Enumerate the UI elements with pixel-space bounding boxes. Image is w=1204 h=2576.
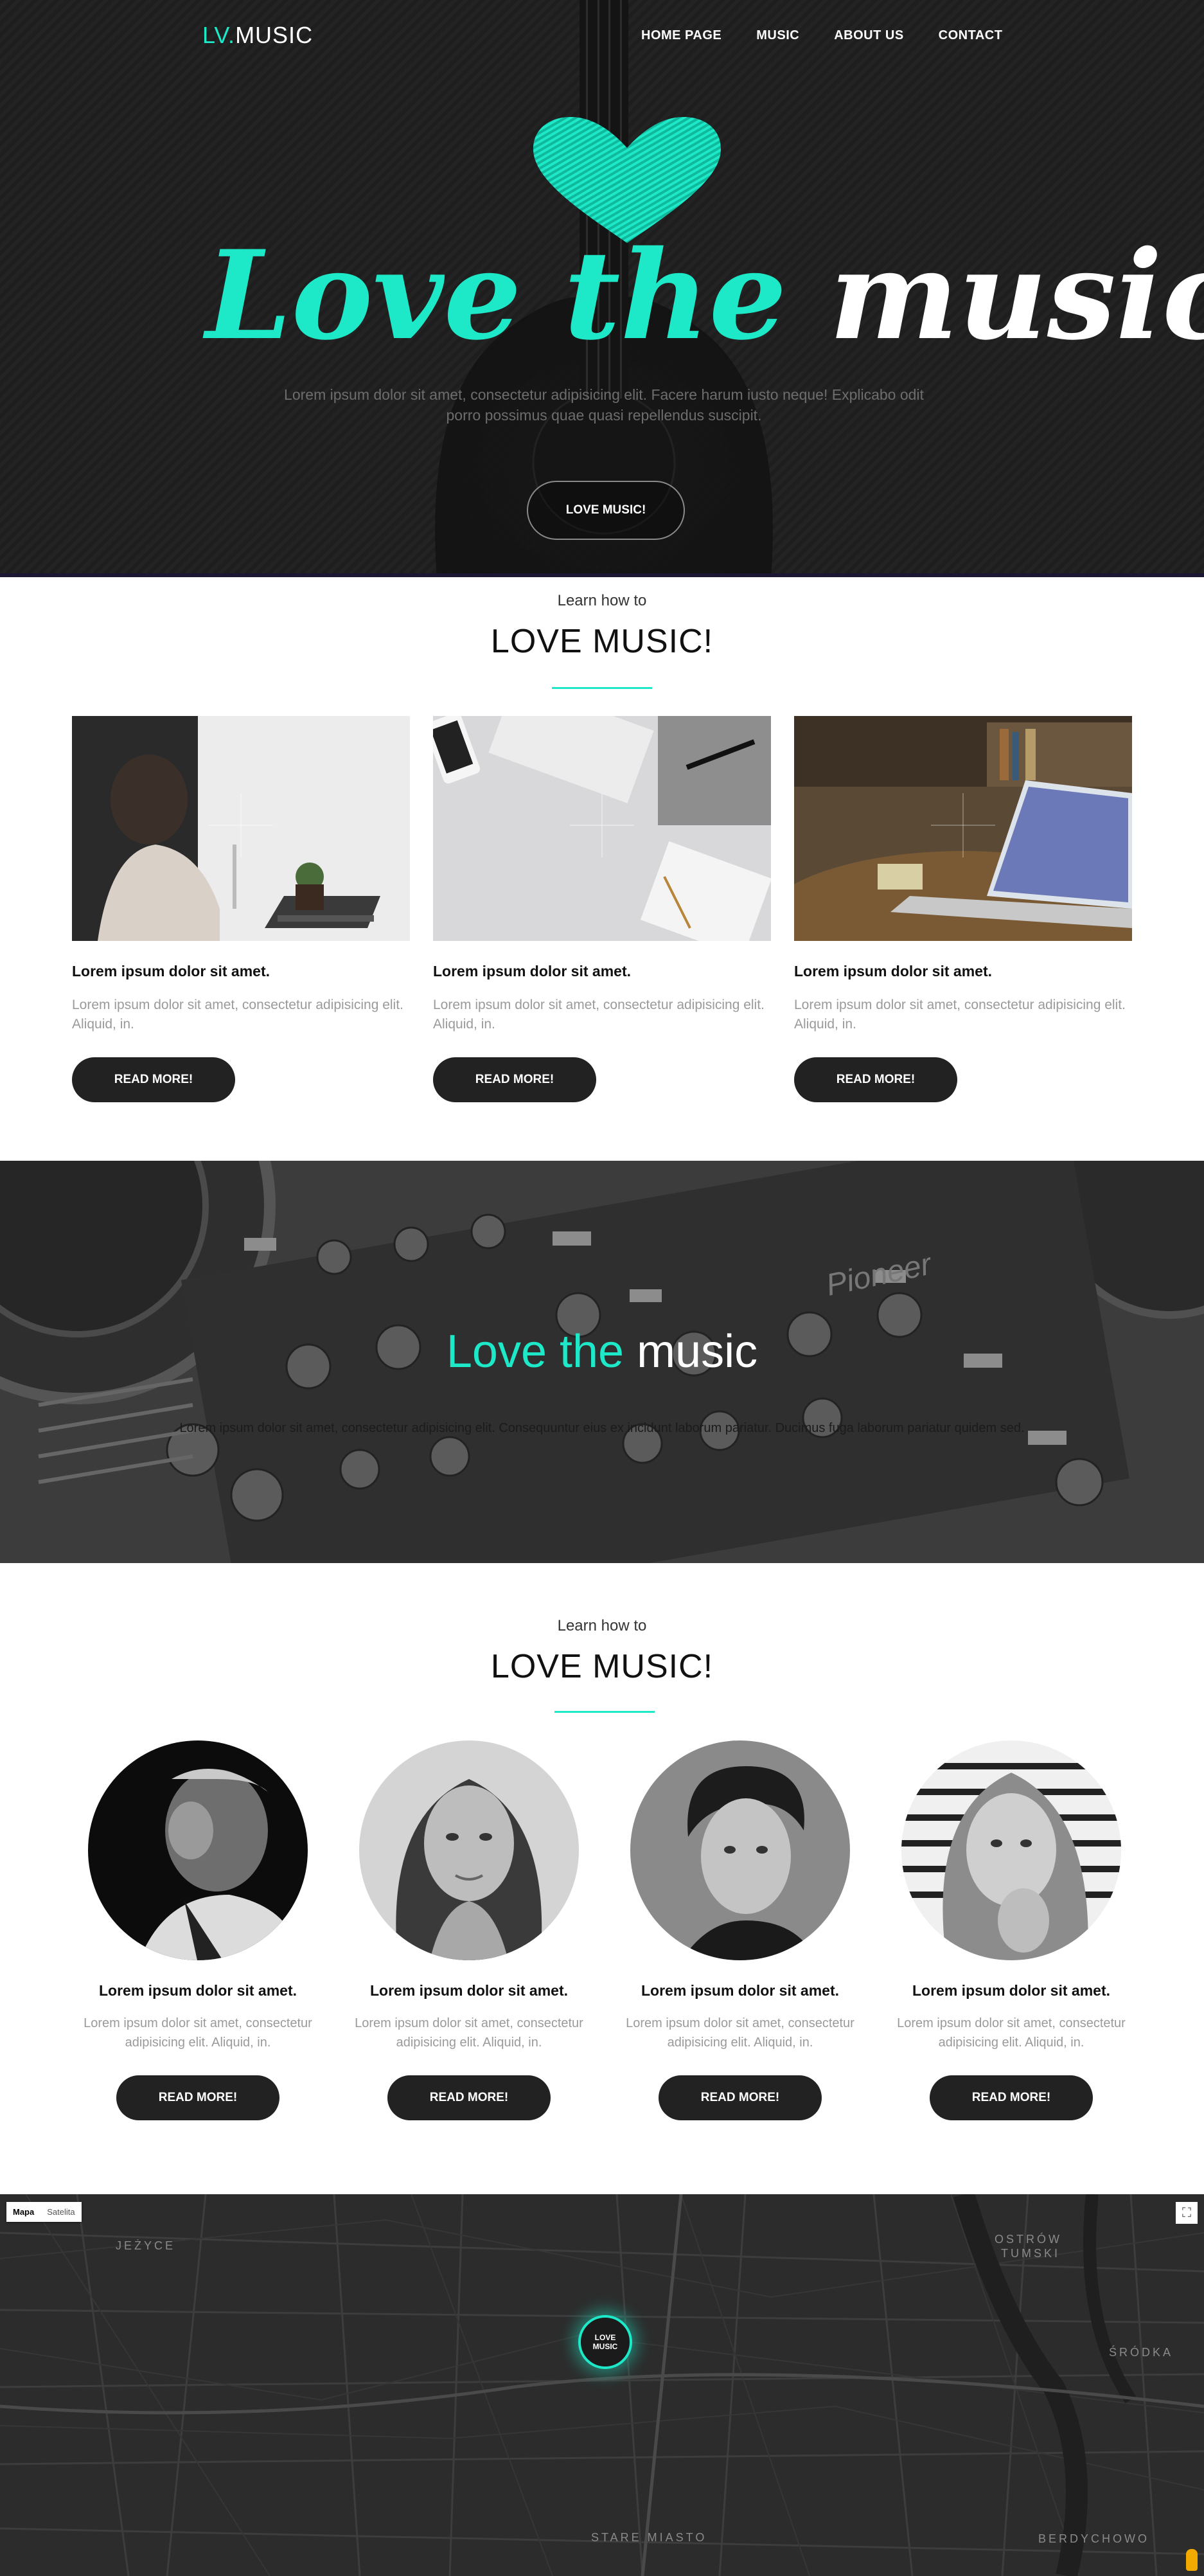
member-text: Lorem ipsum dolor sit amet, consectetur … [612, 2014, 869, 2052]
member-title: Lorem ipsum dolor sit amet. [99, 1982, 297, 1999]
hero-title-teal: Love the [206, 224, 787, 367]
card-image-desk-keyboard[interactable] [433, 716, 771, 941]
fullscreen-icon[interactable]: ⛶ [1176, 2202, 1198, 2224]
member-title: Lorem ipsum dolor sit amet. [912, 1982, 1110, 1999]
main-nav: HOME PAGE MUSIC ABOUT US CONTACT [641, 28, 1002, 43]
banner-title: Love the music [0, 1325, 1204, 1378]
marker-label-line: MUSIC [592, 2342, 618, 2351]
member-title: Lorem ipsum dolor sit amet. [641, 1982, 839, 1999]
street-view-pegman-icon[interactable] [1186, 2549, 1198, 2571]
avatar-woman-blonde[interactable] [901, 1740, 1121, 1960]
member-text: Lorem ipsum dolor sit amet, consectetur … [69, 2014, 326, 2052]
map-type-toggle: Mapa Satelita [6, 2202, 82, 2222]
map-marker-pin[interactable]: LOVE MUSIC [578, 2315, 632, 2369]
card-title: Lorem ipsum dolor sit amet. [794, 963, 992, 979]
card-text: Lorem ipsum dolor sit amet, consectetur … [794, 997, 1126, 1032]
avatar-young-man[interactable] [630, 1740, 850, 1960]
read-more-button[interactable]: READ MORE! [659, 2075, 822, 2120]
hero-divider [0, 573, 1204, 577]
team-member-card: Lorem ipsum dolor sit amet. Lorem ipsum … [612, 1740, 869, 2120]
member-title: Lorem ipsum dolor sit amet. [370, 1982, 568, 1999]
nav-contact[interactable]: CONTACT [939, 28, 1003, 43]
map-district-label: TUMSKI [1001, 2247, 1061, 2260]
logo-accent: LV. [202, 22, 236, 48]
member-text-line: Lorem ipsum dolor sit amet, consectetur [897, 2016, 1126, 2030]
member-text-line: Lorem ipsum dolor sit amet, consectetur [355, 2016, 583, 2030]
card-image-laptop-table[interactable] [794, 716, 1132, 941]
logo[interactable]: LV.MUSIC [202, 22, 313, 49]
nav-music[interactable]: MUSIC [756, 28, 799, 43]
member-text-line: adipisicing elit. Aliquid, in. [667, 2035, 813, 2050]
member-text-line: adipisicing elit. Aliquid, in. [396, 2035, 542, 2050]
member-text: Lorem ipsum dolor sit amet, consectetur … [883, 2014, 1140, 2052]
card-text: Lorem ipsum dolor sit amet, consectetur … [72, 997, 403, 1032]
hero-subtitle: Lorem ipsum dolor sit amet, consectetur … [270, 384, 938, 425]
location-map[interactable]: Mapa Satelita ⛶ JEŻYCE OSTRÓW TUMSKI ŚRÓ… [0, 2194, 1204, 2576]
team-member-card: Lorem ipsum dolor sit amet. Lorem ipsum … [341, 1740, 598, 2120]
member-text: Lorem ipsum dolor sit amet, consectetur … [341, 2014, 598, 2052]
member-text-line: adipisicing elit. Aliquid, in. [125, 2035, 271, 2050]
section-title: LOVE MUSIC! [490, 623, 714, 660]
hero-title-white: music [829, 224, 1204, 367]
section-kicker: Learn how to [557, 1617, 647, 1634]
section-divider [554, 1711, 655, 1713]
section-divider [552, 687, 652, 689]
map-district-label: ŚRÓDKA [1109, 2346, 1174, 2359]
marker-label-line: LOVE [594, 2333, 616, 2342]
map-type-satellite-button[interactable]: Satelita [40, 2202, 81, 2222]
logo-text: MUSIC [235, 22, 314, 48]
team-member-card: Lorem ipsum dolor sit amet. Lorem ipsum … [883, 1740, 1140, 2120]
read-more-button[interactable]: READ MORE! [433, 1057, 596, 1102]
nav-home-page[interactable]: HOME PAGE [641, 28, 722, 43]
hero-section: LV.MUSIC HOME PAGE MUSIC ABOUT US CONTAC… [0, 0, 1204, 577]
banner-title-teal: Love the [446, 1326, 624, 1377]
card-title: Lorem ipsum dolor sit amet. [72, 963, 270, 979]
card-text: Lorem ipsum dolor sit amet, consectetur … [433, 997, 765, 1032]
article-card: Lorem ipsum dolor sit amet. Lorem ipsum … [794, 716, 1132, 1102]
map-district-label: BERDYCHOWO [1038, 2532, 1150, 2545]
team-member-card: Lorem ipsum dolor sit amet. Lorem ipsum … [69, 1740, 326, 2120]
hero-subtitle-line: Lorem ipsum dolor sit amet, consectetur … [284, 386, 924, 403]
member-text-line: Lorem ipsum dolor sit amet, consectetur [626, 2016, 854, 2030]
hero-title: Love the music [206, 231, 1204, 360]
map-type-map-button[interactable]: Mapa [6, 2202, 40, 2222]
card-title: Lorem ipsum dolor sit amet. [433, 963, 631, 979]
section-kicker: Learn how to [557, 592, 647, 609]
article-card: Lorem ipsum dolor sit amet. Lorem ipsum … [72, 716, 410, 1102]
member-text-line: Lorem ipsum dolor sit amet, consectetur [84, 2016, 312, 2030]
read-more-button[interactable]: READ MORE! [930, 2075, 1093, 2120]
read-more-button[interactable]: READ MORE! [72, 1057, 235, 1102]
love-music-button[interactable]: LOVE MUSIC! [527, 481, 685, 540]
map-district-label: OSTRÓW [995, 2233, 1062, 2246]
article-card: Lorem ipsum dolor sit amet. Lorem ipsum … [433, 716, 771, 1102]
banner-subtitle: Lorem ipsum dolor sit amet, consectetur … [179, 1421, 1025, 1435]
avatar-man-glasses[interactable] [88, 1740, 308, 1960]
nav-about-us[interactable]: ABOUT US [834, 28, 903, 43]
map-district-label: STARE MIASTO [591, 2531, 707, 2544]
banner-title-white: music [637, 1326, 758, 1377]
card-image-woman-laptop[interactable] [72, 716, 410, 941]
section-title: LOVE MUSIC! [490, 1648, 714, 1685]
read-more-button[interactable]: READ MORE! [387, 2075, 551, 2120]
map-district-label: JEŻYCE [116, 2239, 176, 2252]
read-more-button[interactable]: READ MORE! [794, 1057, 957, 1102]
read-more-button[interactable]: READ MORE! [116, 2075, 279, 2120]
avatar-woman-dark-hair[interactable] [359, 1740, 579, 1960]
member-text-line: adipisicing elit. Aliquid, in. [938, 2035, 1084, 2050]
hero-subtitle-line: porro possimus quae quasi repellendus su… [446, 407, 762, 424]
